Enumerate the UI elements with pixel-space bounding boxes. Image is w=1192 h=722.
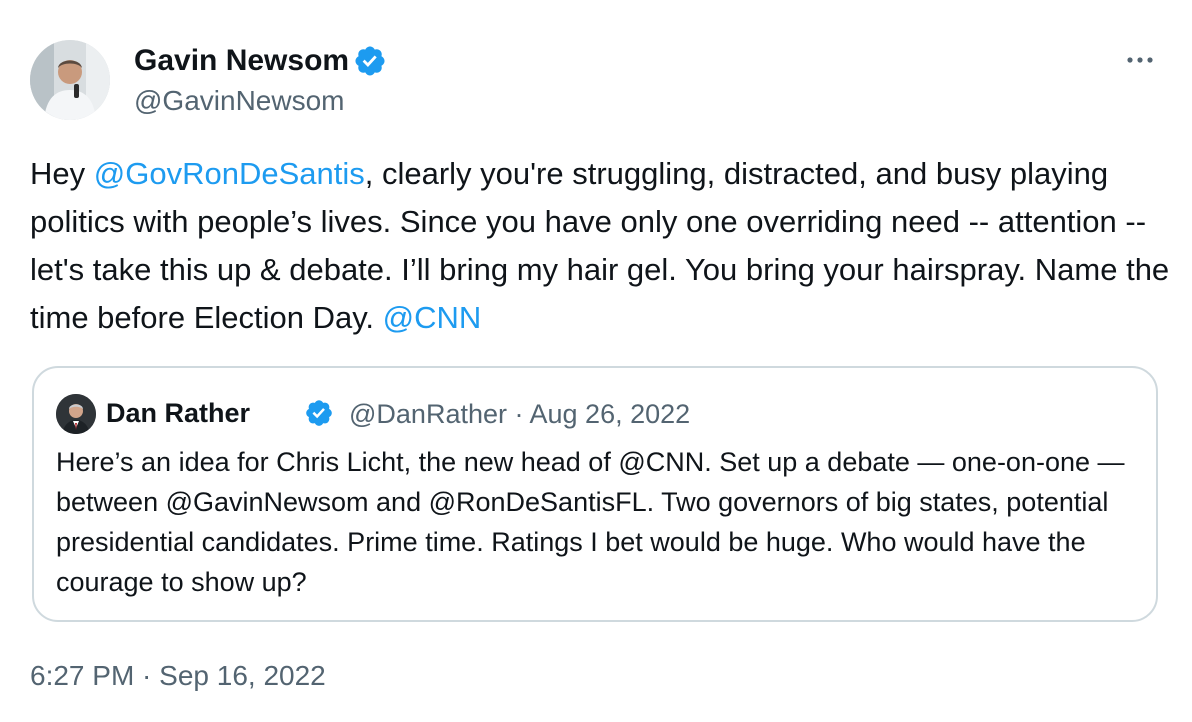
- verified-badge-icon: [355, 46, 385, 76]
- tweet-timestamp[interactable]: 6:27 PM · Sep 16, 2022: [30, 658, 326, 694]
- verified-badge-icon: [306, 400, 332, 426]
- author-handle[interactable]: @GavinNewsom: [134, 84, 344, 118]
- quoted-author-avatar[interactable]: [56, 394, 96, 434]
- tweet-text-segment: Hey: [30, 156, 94, 191]
- quoted-tweet-text: Here’s an idea for Chris Licht, the new …: [56, 447, 1125, 597]
- author-name[interactable]: Gavin Newsom: [134, 43, 349, 79]
- quoted-tweet-meta: @DanRather · Aug 26, 2022: [349, 397, 690, 431]
- quoted-author-handle[interactable]: @DanRather: [349, 399, 507, 429]
- quoted-tweet-card[interactable]: Dan Rather @DanRather · Aug 26, 2022 Her…: [32, 366, 1158, 622]
- meta-separator: ·: [514, 399, 524, 429]
- tweet: Gavin Newsom @GavinNewsom Hey @GovRonDeS…: [0, 0, 1192, 722]
- author-avatar-image: [30, 40, 110, 120]
- quoted-author-name[interactable]: Dan Rather: [106, 396, 250, 430]
- tweet-text: Hey @GovRonDeSantis, clearly you're stru…: [30, 150, 1170, 342]
- author-avatar[interactable]: [30, 40, 110, 120]
- mention-link[interactable]: @CNN: [383, 300, 482, 335]
- quoted-tweet-date[interactable]: Aug 26, 2022: [530, 399, 691, 429]
- mention-link[interactable]: @GovRonDeSantis: [94, 156, 365, 191]
- quoted-author-avatar-image: [56, 394, 96, 434]
- more-horizontal-icon[interactable]: [1120, 50, 1160, 70]
